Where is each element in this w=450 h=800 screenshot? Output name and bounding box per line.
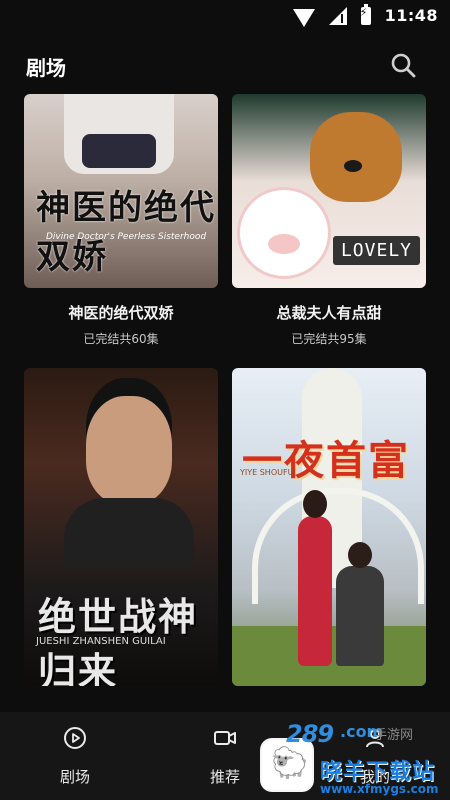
poster-figure <box>64 94 174 174</box>
watermark-number: 289 <box>286 720 334 748</box>
watermark-subtext: 手游网 <box>374 728 414 743</box>
nav-label: 推荐 <box>209 768 240 786</box>
search-icon[interactable] <box>390 52 416 78</box>
poster-dog <box>310 112 402 202</box>
play-circle-icon <box>64 727 86 749</box>
drama-card-4[interactable]: 一夜首富 YIYE SHOUFU <box>232 368 426 686</box>
poster-art-subtitle: Divine Doctor's Peerless Sisterhood <box>46 232 207 242</box>
drama-episode-status: 已完结共95集 <box>291 332 367 346</box>
drama-grid: 神医的绝代双娇 Divine Doctor's Peerless Sisterh… <box>0 94 450 712</box>
drama-card-2[interactable]: LOVELY 总裁夫人有点甜 已完结共95集 <box>232 94 426 347</box>
drama-card-3[interactable]: 绝世战神归来 JUESHI ZHANSHEN GUILAI <box>24 368 218 686</box>
drama-title[interactable]: 总裁夫人有点甜 <box>232 302 426 323</box>
video-icon <box>214 731 236 745</box>
signal-icon <box>328 6 347 25</box>
status-time: 11:48 <box>384 6 438 25</box>
nav-item-recommend[interactable]: 推荐 <box>180 726 270 787</box>
watermark-url: www.xfmygs.com <box>320 782 439 796</box>
nav-label: 剧场 <box>59 768 90 786</box>
poster-art-subtitle: YIYE SHOUFU <box>240 468 294 477</box>
page-title: 剧场 <box>26 56 66 80</box>
poster-art-title: 神医的绝代双娇 <box>36 188 216 277</box>
drama-poster[interactable]: 神医的绝代双娇 Divine Doctor's Peerless Sisterh… <box>24 94 218 288</box>
poster-bear <box>240 190 328 276</box>
drama-poster[interactable]: 绝世战神归来 JUESHI ZHANSHEN GUILAI <box>24 368 218 686</box>
drama-poster[interactable]: LOVELY <box>232 94 426 288</box>
status-bar: 11:48 <box>0 0 450 36</box>
drama-title[interactable]: 神医的绝代双娇 <box>24 302 218 323</box>
watermark: 289 .com 手游网 晓羊下载站 www.xfmygs.com <box>258 718 450 800</box>
poster-figure <box>336 542 384 666</box>
wifi-icon <box>292 8 315 27</box>
poster-art-title: 一夜首富 <box>242 437 410 484</box>
poster-figure <box>298 490 332 666</box>
poster-art-subtitle: JUESHI ZHANSHEN GUILAI <box>36 636 166 647</box>
nav-item-theater[interactable]: 剧场 <box>30 726 120 787</box>
app-header: 剧场 <box>0 36 450 94</box>
poster-figure <box>64 498 194 568</box>
drama-episode-status: 已完结共60集 <box>83 332 159 346</box>
drama-poster[interactable]: 一夜首富 YIYE SHOUFU <box>232 368 426 686</box>
poster-lovely-badge: LOVELY <box>332 236 420 265</box>
poster-face <box>86 396 172 504</box>
drama-card-1[interactable]: 神医的绝代双娇 Divine Doctor's Peerless Sisterh… <box>24 94 218 347</box>
battery-charging-icon <box>360 3 371 25</box>
